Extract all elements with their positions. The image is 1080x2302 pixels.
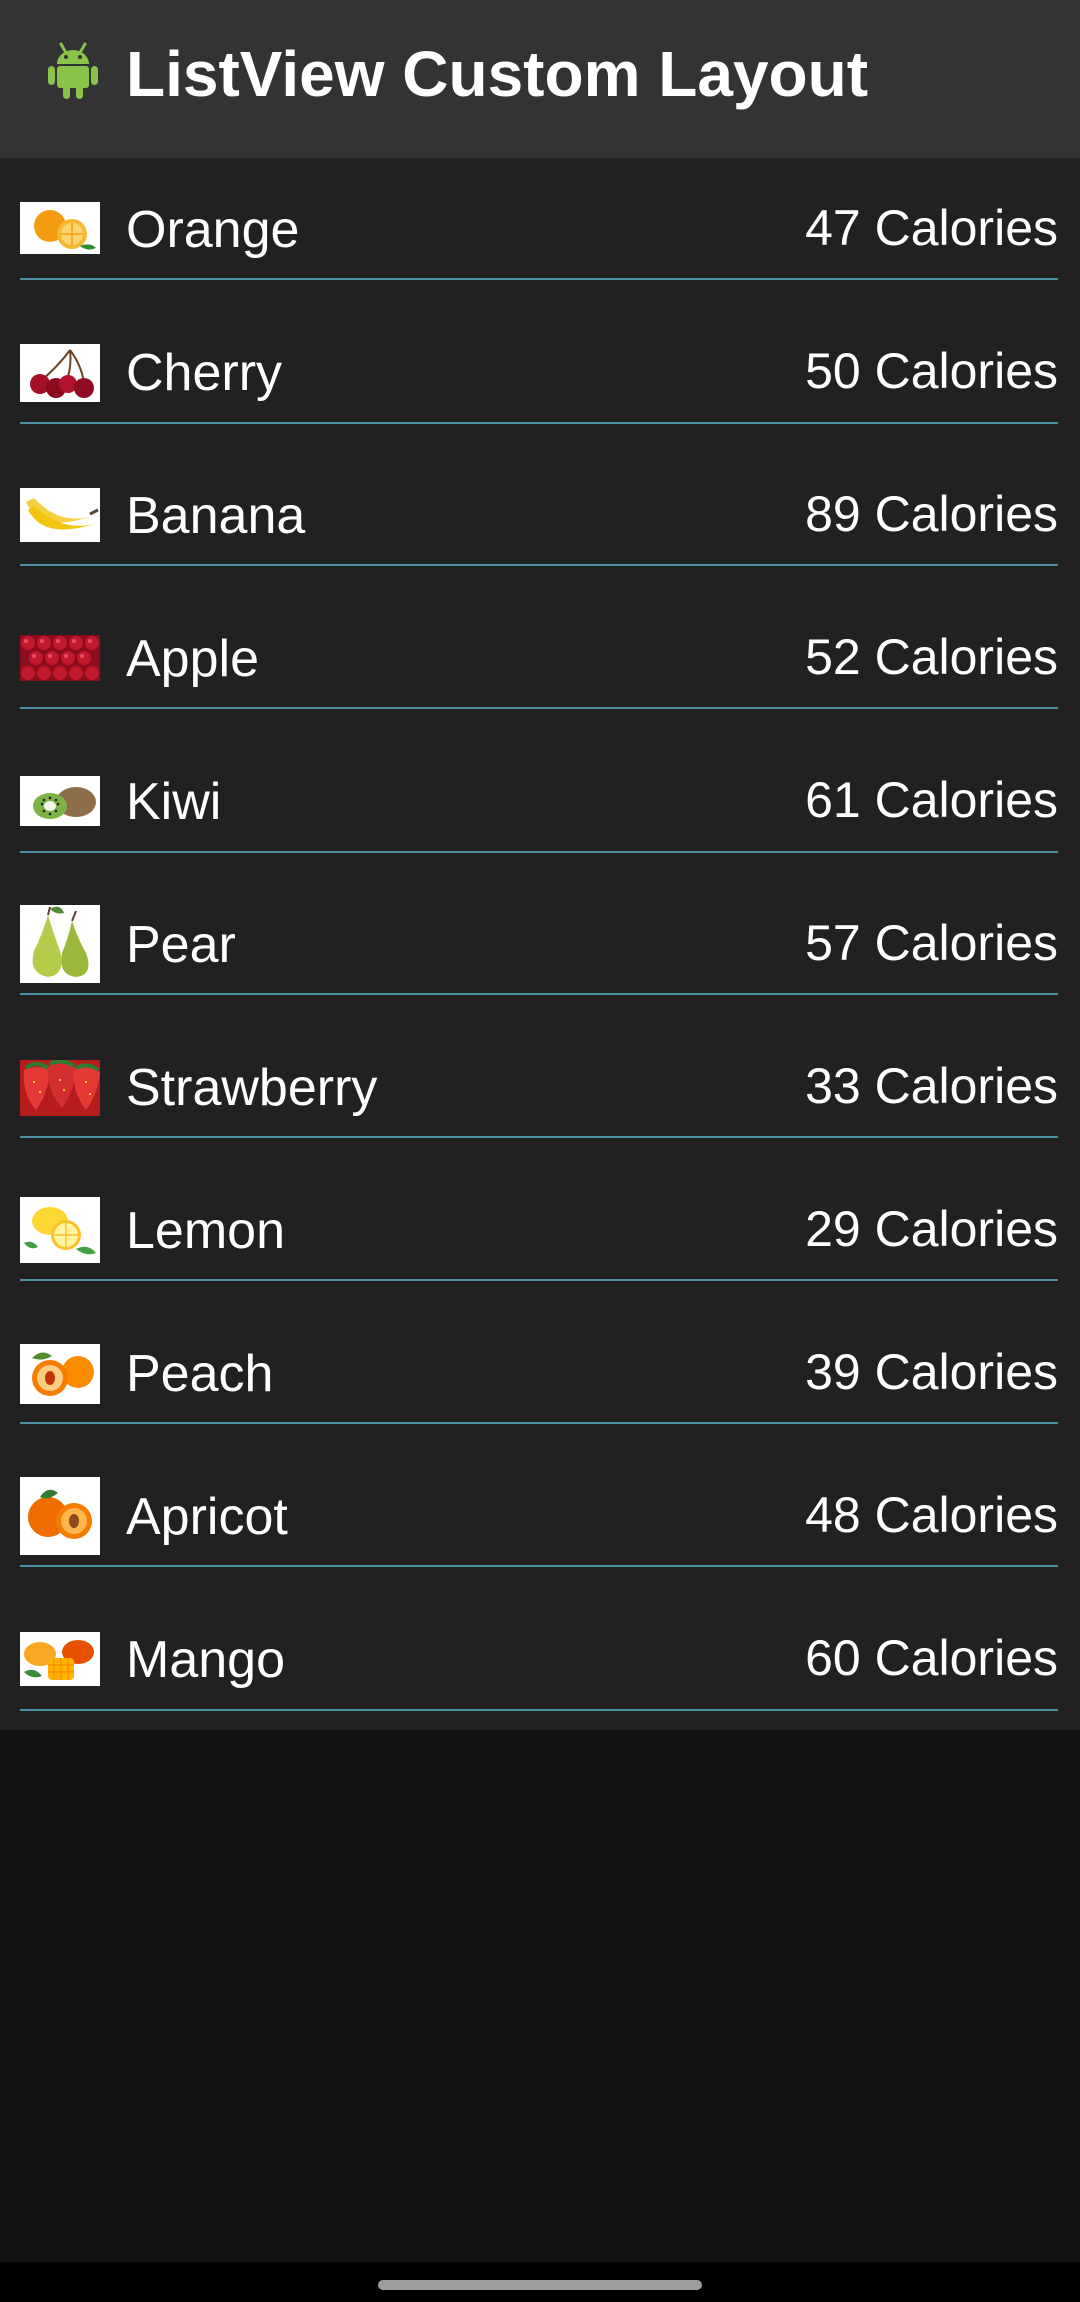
list-item-apricot[interactable]: Apricot 48 Calories: [0, 1445, 1080, 1588]
home-gesture-handle[interactable]: [378, 2280, 702, 2290]
cherry-fruit-icon: [20, 344, 100, 402]
row-divider: [20, 278, 1058, 280]
item-name: Peach: [126, 1345, 274, 1403]
android-robot-icon: [48, 42, 98, 99]
list-item-mango[interactable]: Mango 60 Calories: [0, 1588, 1080, 1731]
row-divider: [20, 564, 1058, 566]
item-calories: 50 Calories: [805, 343, 1058, 399]
item-calories: 89 Calories: [805, 486, 1058, 542]
item-calories: 48 Calories: [805, 1487, 1058, 1543]
row-divider: [20, 1422, 1058, 1424]
row-divider: [20, 1279, 1058, 1281]
item-name: Orange: [126, 201, 300, 259]
row-divider: [20, 851, 1058, 853]
navigation-bar: [0, 2262, 1080, 2302]
row-divider: [20, 1136, 1058, 1138]
app-title: ListView Custom Layout: [126, 38, 869, 110]
item-calories: 60 Calories: [805, 1630, 1058, 1686]
item-name: Strawberry: [126, 1059, 378, 1117]
action-bar: ListView Custom Layout: [0, 0, 1080, 158]
row-divider: [20, 993, 1058, 995]
list-item-apple[interactable]: Apple 52 Calories: [0, 587, 1080, 730]
item-name: Banana: [126, 487, 306, 545]
item-name: Cherry: [126, 344, 283, 402]
item-calories: 57 Calories: [805, 915, 1058, 971]
item-name: Mango: [126, 1631, 285, 1689]
row-divider: [20, 707, 1058, 709]
item-calories: 47 Calories: [805, 200, 1058, 256]
mango-fruit-icon: [20, 1632, 100, 1686]
list-item-strawberry[interactable]: Strawberry 33 Calories: [0, 1016, 1080, 1159]
item-calories: 39 Calories: [805, 1344, 1058, 1400]
item-calories: 52 Calories: [805, 629, 1058, 685]
app-screen: ListView Custom Layout Orange 47 Calorie…: [0, 0, 1080, 2302]
list-item-peach[interactable]: Peach 39 Calories: [0, 1302, 1080, 1445]
list-item-cherry[interactable]: Cherry 50 Calories: [0, 301, 1080, 444]
kiwi-fruit-icon: [20, 776, 100, 826]
item-calories: 33 Calories: [805, 1058, 1058, 1114]
list-item-orange[interactable]: Orange 47 Calories: [0, 158, 1080, 301]
strawberry-fruit-icon: [20, 1060, 100, 1116]
banana-fruit-icon: [20, 488, 100, 542]
lemon-fruit-icon: [20, 1197, 100, 1263]
apple-fruit-icon: [20, 635, 100, 681]
list-item-lemon[interactable]: Lemon 29 Calories: [0, 1159, 1080, 1302]
list-item-kiwi[interactable]: Kiwi 61 Calories: [0, 730, 1080, 873]
list-item-pear[interactable]: Pear 57 Calories: [0, 873, 1080, 1016]
item-name: Apple: [126, 630, 259, 688]
item-name: Apricot: [126, 1488, 288, 1546]
item-calories: 61 Calories: [805, 772, 1058, 828]
row-divider: [20, 1709, 1058, 1711]
item-name: Pear: [126, 916, 236, 974]
row-divider: [20, 422, 1058, 424]
item-name: Lemon: [126, 1202, 285, 1260]
row-divider: [20, 1565, 1058, 1567]
fruit-list[interactable]: Orange 47 Calories Cherry 50 Calories Ba…: [0, 158, 1080, 1730]
orange-fruit-icon: [20, 202, 100, 254]
list-item-banana[interactable]: Banana 89 Calories: [0, 444, 1080, 587]
pear-fruit-icon: [20, 905, 100, 983]
item-calories: 29 Calories: [805, 1201, 1058, 1257]
apricot-fruit-icon: [20, 1477, 100, 1555]
peach-fruit-icon: [20, 1344, 100, 1404]
item-name: Kiwi: [126, 773, 222, 831]
